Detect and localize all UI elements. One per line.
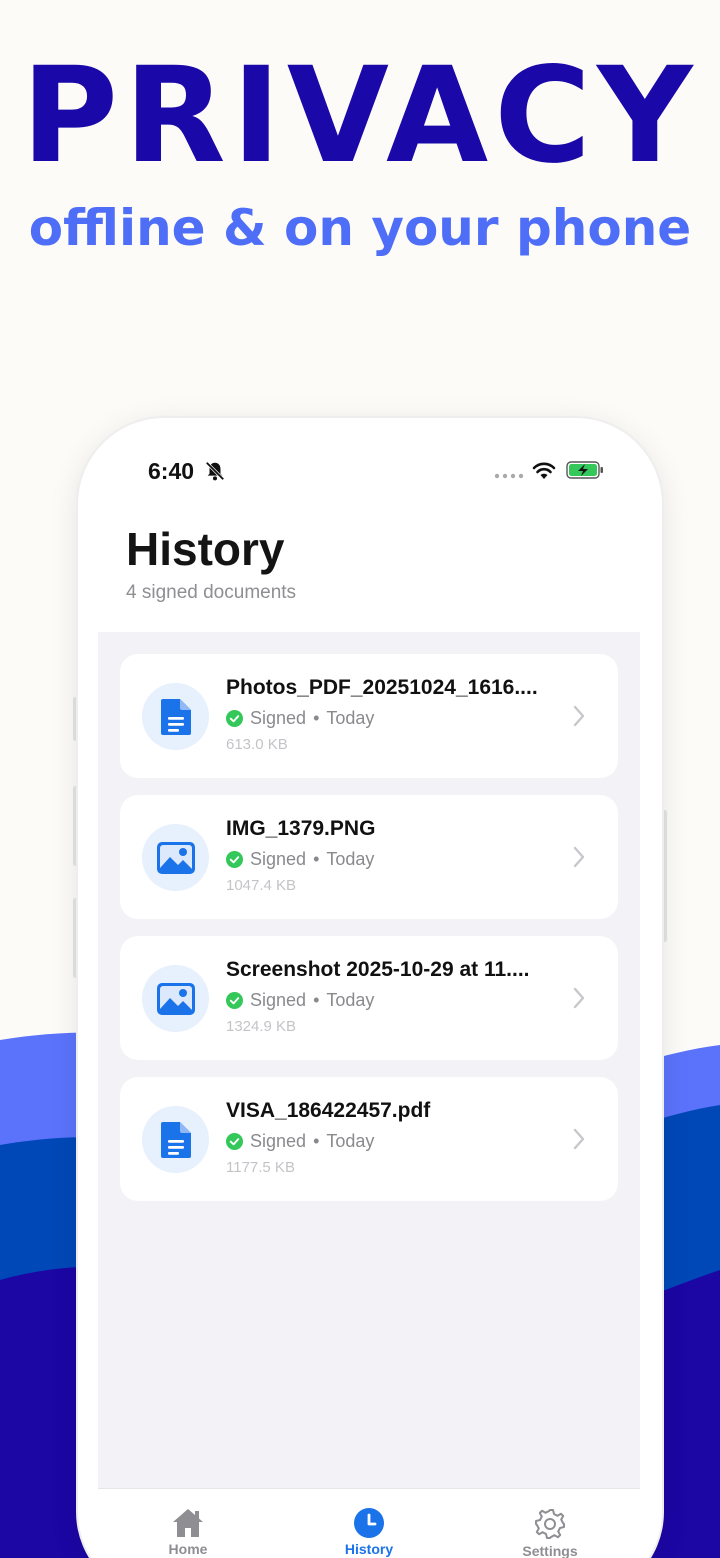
document-icon — [160, 698, 191, 735]
tab-label: History — [344, 1541, 394, 1557]
tab-home[interactable]: Home — [128, 1507, 248, 1557]
document-date: Today — [326, 849, 375, 869]
document-meta: Signed • Today — [226, 990, 374, 1011]
status-bar: 6:40 — [98, 438, 640, 504]
tab-settings[interactable]: Settings — [490, 1507, 610, 1558]
image-icon — [156, 841, 195, 874]
document-size: 1177.5 KB — [226, 1159, 295, 1176]
tab-label: Settings — [522, 1543, 578, 1558]
document-size: 1047.4 KB — [226, 877, 297, 894]
meta-separator: • — [313, 1131, 320, 1151]
chevron-right-icon — [573, 705, 585, 727]
status-time: 6:40 — [148, 458, 195, 484]
promo-headline: PRIVACY — [21, 39, 699, 193]
document-icon-badge — [142, 1106, 209, 1173]
image-icon — [156, 982, 195, 1015]
promo-subline: offline & on your phone — [28, 199, 692, 257]
document-status: Signed — [250, 849, 307, 869]
document-date: Today — [326, 708, 375, 728]
document-card[interactable]: IMG_1379.PNG Signed • Today 1047.4 KB — [120, 795, 618, 919]
gear-icon — [535, 1509, 565, 1539]
document-status: Signed — [250, 1131, 307, 1151]
document-icon-badge — [142, 683, 209, 750]
document-meta: Signed • Today — [226, 849, 374, 870]
document-name: IMG_1379.PNG — [226, 817, 376, 840]
chevron-right-icon — [573, 987, 585, 1009]
document-icon — [160, 1121, 191, 1158]
phone-power-button — [662, 810, 667, 942]
document-card[interactable]: VISA_186422457.pdf Signed • Today 1177.5… — [120, 1077, 618, 1201]
check-circle-icon — [226, 851, 243, 868]
document-name: Screenshot 2025-10-29 at 11.... — [226, 958, 530, 981]
document-icon-badge — [142, 965, 209, 1032]
meta-separator: • — [313, 849, 320, 869]
signal-dots-icon — [494, 473, 524, 479]
page-subtitle: 4 signed documents — [126, 582, 297, 603]
document-meta: Signed • Today — [226, 708, 374, 729]
check-circle-icon — [226, 710, 243, 727]
clock-icon — [354, 1508, 384, 1538]
check-circle-icon — [226, 1133, 243, 1150]
document-card[interactable]: Photos_PDF_20251024_1616.... Signed • To… — [120, 654, 618, 778]
document-meta: Signed • Today — [226, 1131, 374, 1152]
document-card[interactable]: Screenshot 2025-10-29 at 11.... Signed •… — [120, 936, 618, 1060]
history-header: History 4 signed documents — [98, 504, 640, 632]
document-name: VISA_186422457.pdf — [226, 1099, 431, 1122]
chevron-right-icon — [573, 846, 585, 868]
document-name: Photos_PDF_20251024_1616.... — [226, 676, 538, 699]
tab-bar: Home History Settings — [98, 1488, 640, 1558]
chevron-right-icon — [573, 1128, 585, 1150]
document-status: Signed — [250, 990, 307, 1010]
battery-charging-icon — [566, 461, 603, 479]
document-date: Today — [326, 1131, 375, 1151]
document-date: Today — [326, 990, 375, 1010]
page-title: History — [126, 523, 285, 575]
wifi-icon — [532, 462, 556, 479]
home-icon — [173, 1509, 203, 1537]
check-circle-icon — [226, 992, 243, 1009]
phone-screen: 6:40 History 4 signed documents Photos_P… — [98, 438, 640, 1558]
meta-separator: • — [313, 708, 320, 728]
meta-separator: • — [313, 990, 320, 1010]
document-icon-badge — [142, 824, 209, 891]
tab-history[interactable]: History — [309, 1507, 429, 1557]
bell-slash-icon — [205, 461, 225, 481]
document-size: 1324.9 KB — [226, 1018, 297, 1035]
tab-label: Home — [168, 1541, 208, 1557]
document-status: Signed — [250, 708, 307, 728]
document-size: 613.0 KB — [226, 736, 288, 753]
